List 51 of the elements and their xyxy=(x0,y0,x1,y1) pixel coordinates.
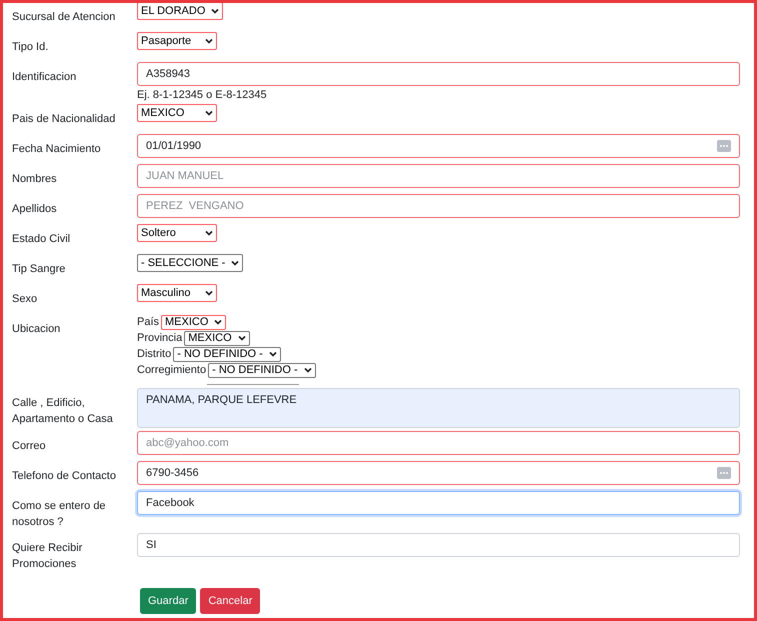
field-label: Sexo xyxy=(12,292,38,307)
field-label: Pais de Nacionalidad xyxy=(12,112,116,127)
chevron-icon xyxy=(268,351,277,357)
field-label: Nombres xyxy=(12,172,58,187)
dropdown[interactable]: MEXICO xyxy=(161,314,226,330)
field-label: Telefono de Contacto xyxy=(12,469,117,484)
input-field[interactable]: SI xyxy=(137,533,740,557)
dropdown[interactable]: MEXICO xyxy=(137,104,217,122)
input-field[interactable]: A358943 xyxy=(137,62,740,86)
field-label: Calle , Edificio, Apartamento o Casa xyxy=(12,396,114,427)
dropdown[interactable]: Pasaporte xyxy=(137,32,217,50)
field-label: Tip Sangre xyxy=(12,262,66,277)
text-area[interactable]: PANAMA, PARQUE LEFEVRE xyxy=(137,388,740,428)
dropdown[interactable]: - NO DEFINIDO - xyxy=(208,362,316,378)
field-label: Ubicacion xyxy=(12,322,62,337)
dropdown[interactable]: Masculino xyxy=(137,284,217,302)
dropdown[interactable]: - SELECCIONE - xyxy=(137,254,244,272)
field-label: Provincia xyxy=(137,332,182,344)
dropdown[interactable]: MEXICO xyxy=(184,330,250,346)
field-label: País xyxy=(137,316,160,328)
chevron-icon xyxy=(238,335,246,341)
chevron-icon xyxy=(205,110,213,116)
field-label: Estado Civil xyxy=(12,232,72,247)
dropdown[interactable]: EL DORADO xyxy=(137,3,224,20)
chevron-icon xyxy=(205,38,213,44)
hint-text: Ej. 8-1-12345 o E-8-12345 xyxy=(137,89,267,101)
chevron-icon xyxy=(304,367,312,373)
field-label: Distrito xyxy=(137,348,172,360)
field-label: Identificacion xyxy=(12,70,78,85)
field-label: Fecha Nacimiento xyxy=(12,142,102,157)
more-icon[interactable] xyxy=(717,467,731,479)
dropdown[interactable]: - NO DEFINIDO - xyxy=(173,346,281,362)
field-label: Sucursal de Atencion xyxy=(12,10,116,25)
chevron-icon xyxy=(211,8,220,14)
chevron-icon xyxy=(231,260,240,266)
dropdown[interactable]: Soltero xyxy=(137,224,217,242)
field-label: Apellidos xyxy=(12,202,58,217)
field-label: Correo xyxy=(12,439,47,454)
input-field[interactable]: 6790-3456 xyxy=(137,461,740,485)
chevron-icon xyxy=(214,319,222,325)
field-label: Quiere Recibir Promociones xyxy=(12,541,84,572)
field-label: Corregimiento xyxy=(137,364,206,376)
field-label: Como se entero de nosotros ? xyxy=(12,499,107,530)
more-icon[interactable] xyxy=(717,140,731,152)
chevron-icon xyxy=(205,230,213,236)
save-button[interactable]: Guardar xyxy=(140,588,196,614)
cancel-button[interactable]: Cancelar xyxy=(200,588,260,614)
input-field[interactable]: Facebook xyxy=(137,491,740,515)
chevron-icon xyxy=(205,290,213,296)
field-label: Tipo Id. xyxy=(12,40,50,55)
input-field[interactable]: 01/01/1990 xyxy=(137,134,740,158)
